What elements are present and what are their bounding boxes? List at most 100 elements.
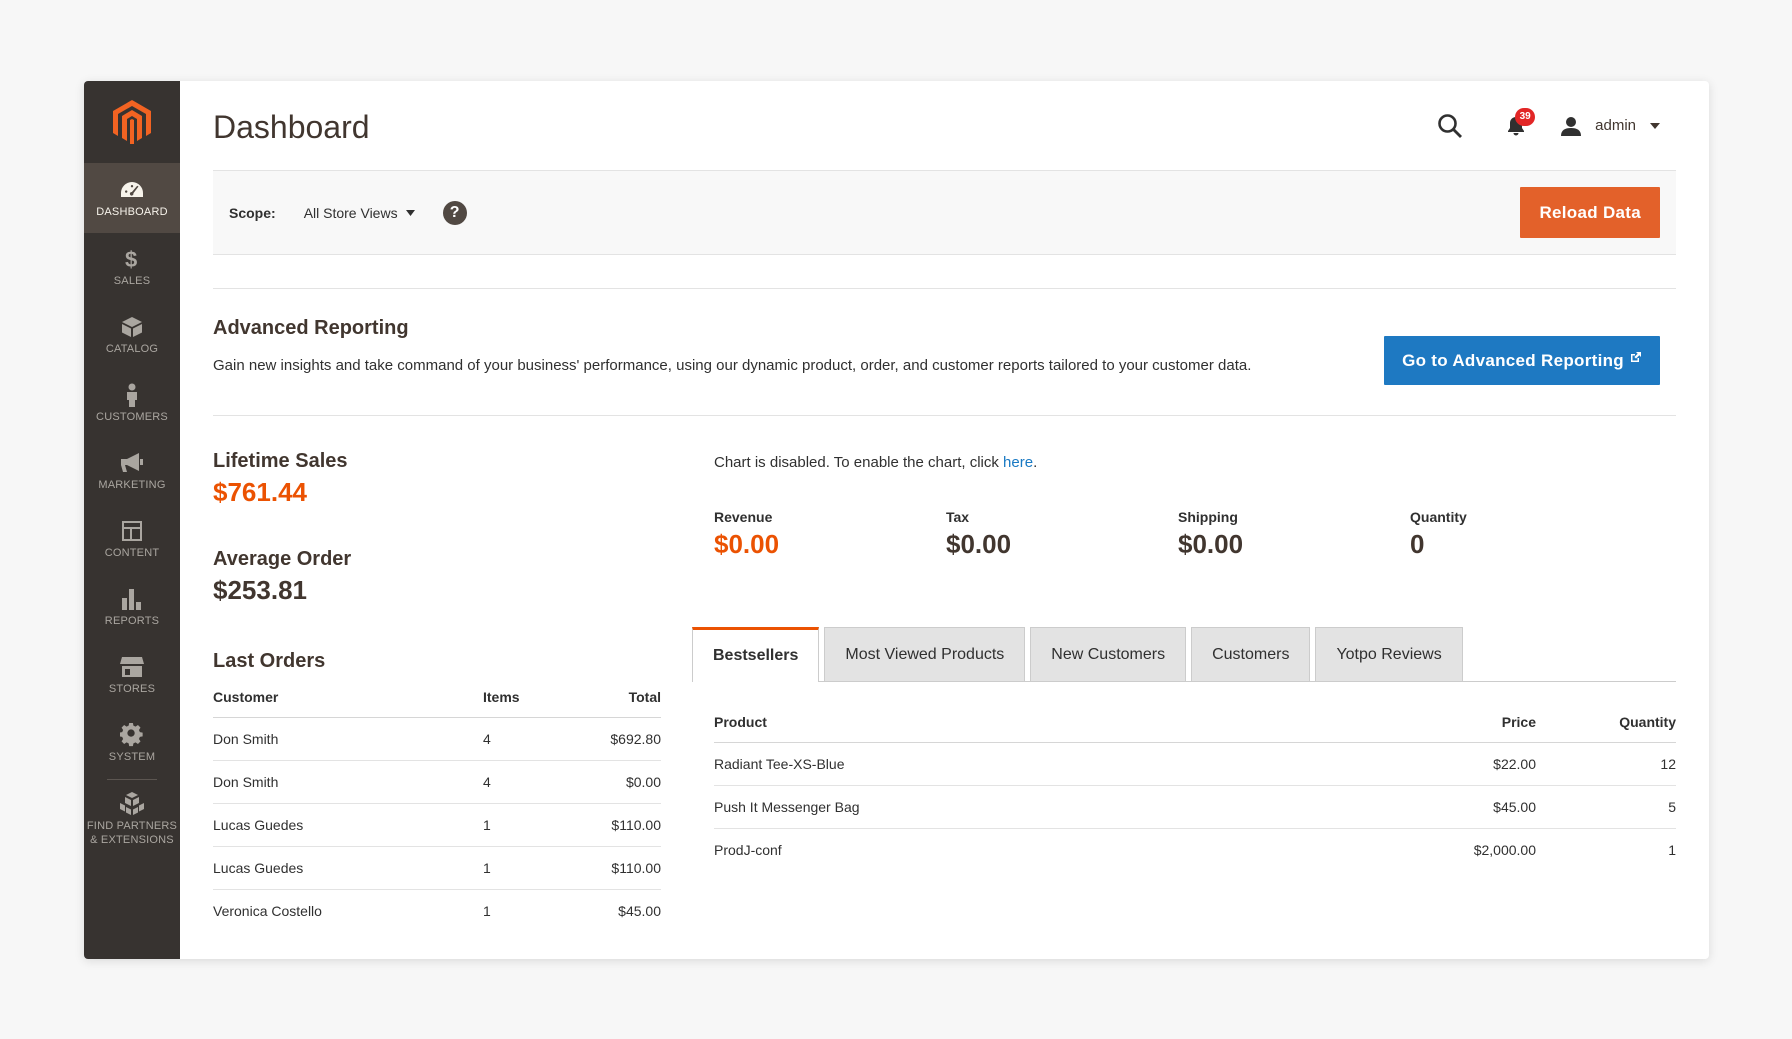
sidebar-item-system[interactable]: System [84,709,180,777]
sidebar-item-sales[interactable]: $ Sales [84,233,180,301]
sidebar: Dashboard $ Sales Catalog Customers Mark… [84,81,180,959]
total-quantity: Quantity 0 [1410,509,1642,560]
sidebar-item-content[interactable]: Content [84,505,180,573]
table-row[interactable]: Veronica Costello 1 $45.00 [213,890,661,933]
product-price: $22.00 [1396,742,1536,786]
product-name: ProdJ-conf [714,842,782,859]
tab-customers[interactable]: Customers [1191,627,1311,681]
average-order-label: Average Order [213,548,352,570]
sidebar-item-catalog[interactable]: Catalog [84,301,180,369]
tab-yotpo-reviews[interactable]: Yotpo Reviews [1315,627,1463,681]
notifications-button[interactable]: 39 [1507,107,1536,136]
average-order: Average Order $253.81 [213,548,661,606]
table-row[interactable]: Don Smith 4 $0.00 [213,760,661,804]
total-revenue: Revenue $0.00 [714,509,946,560]
main-content: Dashboard 39 admin Scope: All Store View… [180,81,1709,959]
layout-icon [121,519,143,543]
magento-logo-icon [113,100,151,144]
megaphone-icon [119,451,145,475]
cubes-icon [119,791,145,815]
sidebar-item-label: Dashboard [96,206,168,218]
total-value: $0.00 [1178,529,1244,559]
user-menu[interactable]: admin [1561,116,1660,136]
total-label: Shipping [1178,509,1238,525]
help-icon[interactable]: ? [442,200,467,225]
sidebar-item-label: Sales [113,275,151,287]
sidebar-divider [107,779,157,780]
product-quantity: 5 [1536,785,1676,829]
sidebar-item-customers[interactable]: Customers [84,369,180,437]
column-header-price: Price [1396,708,1536,743]
column-header-product: Product [714,708,1396,743]
go-to-advanced-reporting-label: Go to Advanced Reporting [1402,350,1624,370]
column-header-total: Total [557,683,661,718]
total-label: Tax [946,509,970,525]
table-header-row: Customer Items Total [213,683,661,718]
page-title: Dashboard [213,109,370,145]
total-tax: Tax $0.00 [946,509,1178,560]
column-header-quantity: Quantity [1536,708,1676,743]
dashboard-icon [120,178,144,202]
dashboard-left-column: Lifetime Sales $761.44 Average Order $25… [213,450,661,933]
table-row[interactable]: Don Smith 4 $692.80 [213,717,661,761]
sidebar-item-label: Find Partners & Extensions [87,819,177,847]
order-items: 4 [483,760,558,804]
scope-dropdown[interactable]: All Store Views [304,205,415,221]
bar-chart-icon [121,587,143,611]
external-link-icon [1631,351,1641,362]
table-row[interactable]: Radiant Tee-XS-Blue $22.00 12 [714,742,1676,786]
sidebar-item-dashboard[interactable]: Dashboard [84,163,180,233]
magento-logo[interactable] [84,81,180,163]
sidebar-item-label: Catalog [105,343,159,355]
chevron-down-icon [405,209,415,216]
sidebar-item-label: System [108,751,156,763]
sidebar-item-label-line2: & Extensions [90,834,174,846]
order-customer: Veronica Costello [213,903,322,920]
header-actions: 39 admin [1437,107,1660,139]
product-quantity: 1 [1668,842,1676,859]
dashboard-lower: Lifetime Sales $761.44 Average Order $25… [213,450,1676,933]
scope-label: Scope: [229,204,276,221]
lifetime-sales-value: $761.44 [213,477,307,507]
advanced-reporting-title: Advanced Reporting [213,317,409,339]
product-price: $2,000.00 [1473,842,1536,859]
order-items: 1 [483,846,558,890]
order-total: $0.00 [557,760,661,804]
sidebar-item-reports[interactable]: Reports [84,573,180,641]
reload-data-button[interactable]: Reload Data [1520,187,1660,238]
table-row[interactable]: Lucas Guedes 1 $110.00 [213,846,661,890]
sidebar-item-label-line1: Find Partners [86,820,178,832]
order-items: 4 [483,717,558,761]
advanced-reporting-section: Advanced Reporting Gain new insights and… [213,288,1676,416]
table-header-row: Product Price Quantity [714,708,1676,743]
order-items: 1 [483,903,491,920]
product-price: $45.00 [1396,785,1536,829]
table-row[interactable]: ProdJ-conf $2,000.00 1 [714,829,1676,872]
search-button[interactable] [1437,113,1463,139]
go-to-advanced-reporting-button[interactable]: Go to Advanced Reporting [1384,336,1660,385]
column-header-customer: Customer [213,683,483,718]
sidebar-item-stores[interactable]: Stores [84,641,180,709]
sidebar-item-label: Customers [96,411,168,423]
order-customer: Don Smith [213,717,483,761]
lifetime-sales: Lifetime Sales $761.44 [213,450,661,508]
tab-new-customers[interactable]: New Customers [1030,627,1187,681]
sidebar-item-find-partners[interactable]: Find Partners & Extensions [84,784,180,854]
chevron-down-icon [1650,122,1660,129]
table-row[interactable]: Lucas Guedes 1 $110.00 [213,803,661,847]
tab-most-viewed-products[interactable]: Most Viewed Products [824,627,1026,681]
table-row[interactable]: Push It Messenger Bag $45.00 5 [714,785,1676,829]
column-header-items: Items [483,683,558,718]
product-name: Radiant Tee-XS-Blue [714,742,1396,786]
svg-text:$: $ [125,247,137,271]
enable-chart-link[interactable]: here [1003,454,1033,471]
sidebar-item-marketing[interactable]: Marketing [84,437,180,505]
user-name: admin [1595,117,1636,134]
sidebar-item-label: Stores [108,683,156,695]
tab-bestsellers[interactable]: Bestsellers [692,627,820,682]
total-value: $0.00 [714,529,780,559]
totals-row: Revenue $0.00 Tax $0.00 Shipping $0.00 Q… [714,509,1676,560]
chart-note-text: Chart is disabled. To enable the chart, … [714,454,1004,471]
total-shipping: Shipping $0.00 [1178,509,1410,560]
scope-dropdown-value: All Store Views [303,204,398,221]
